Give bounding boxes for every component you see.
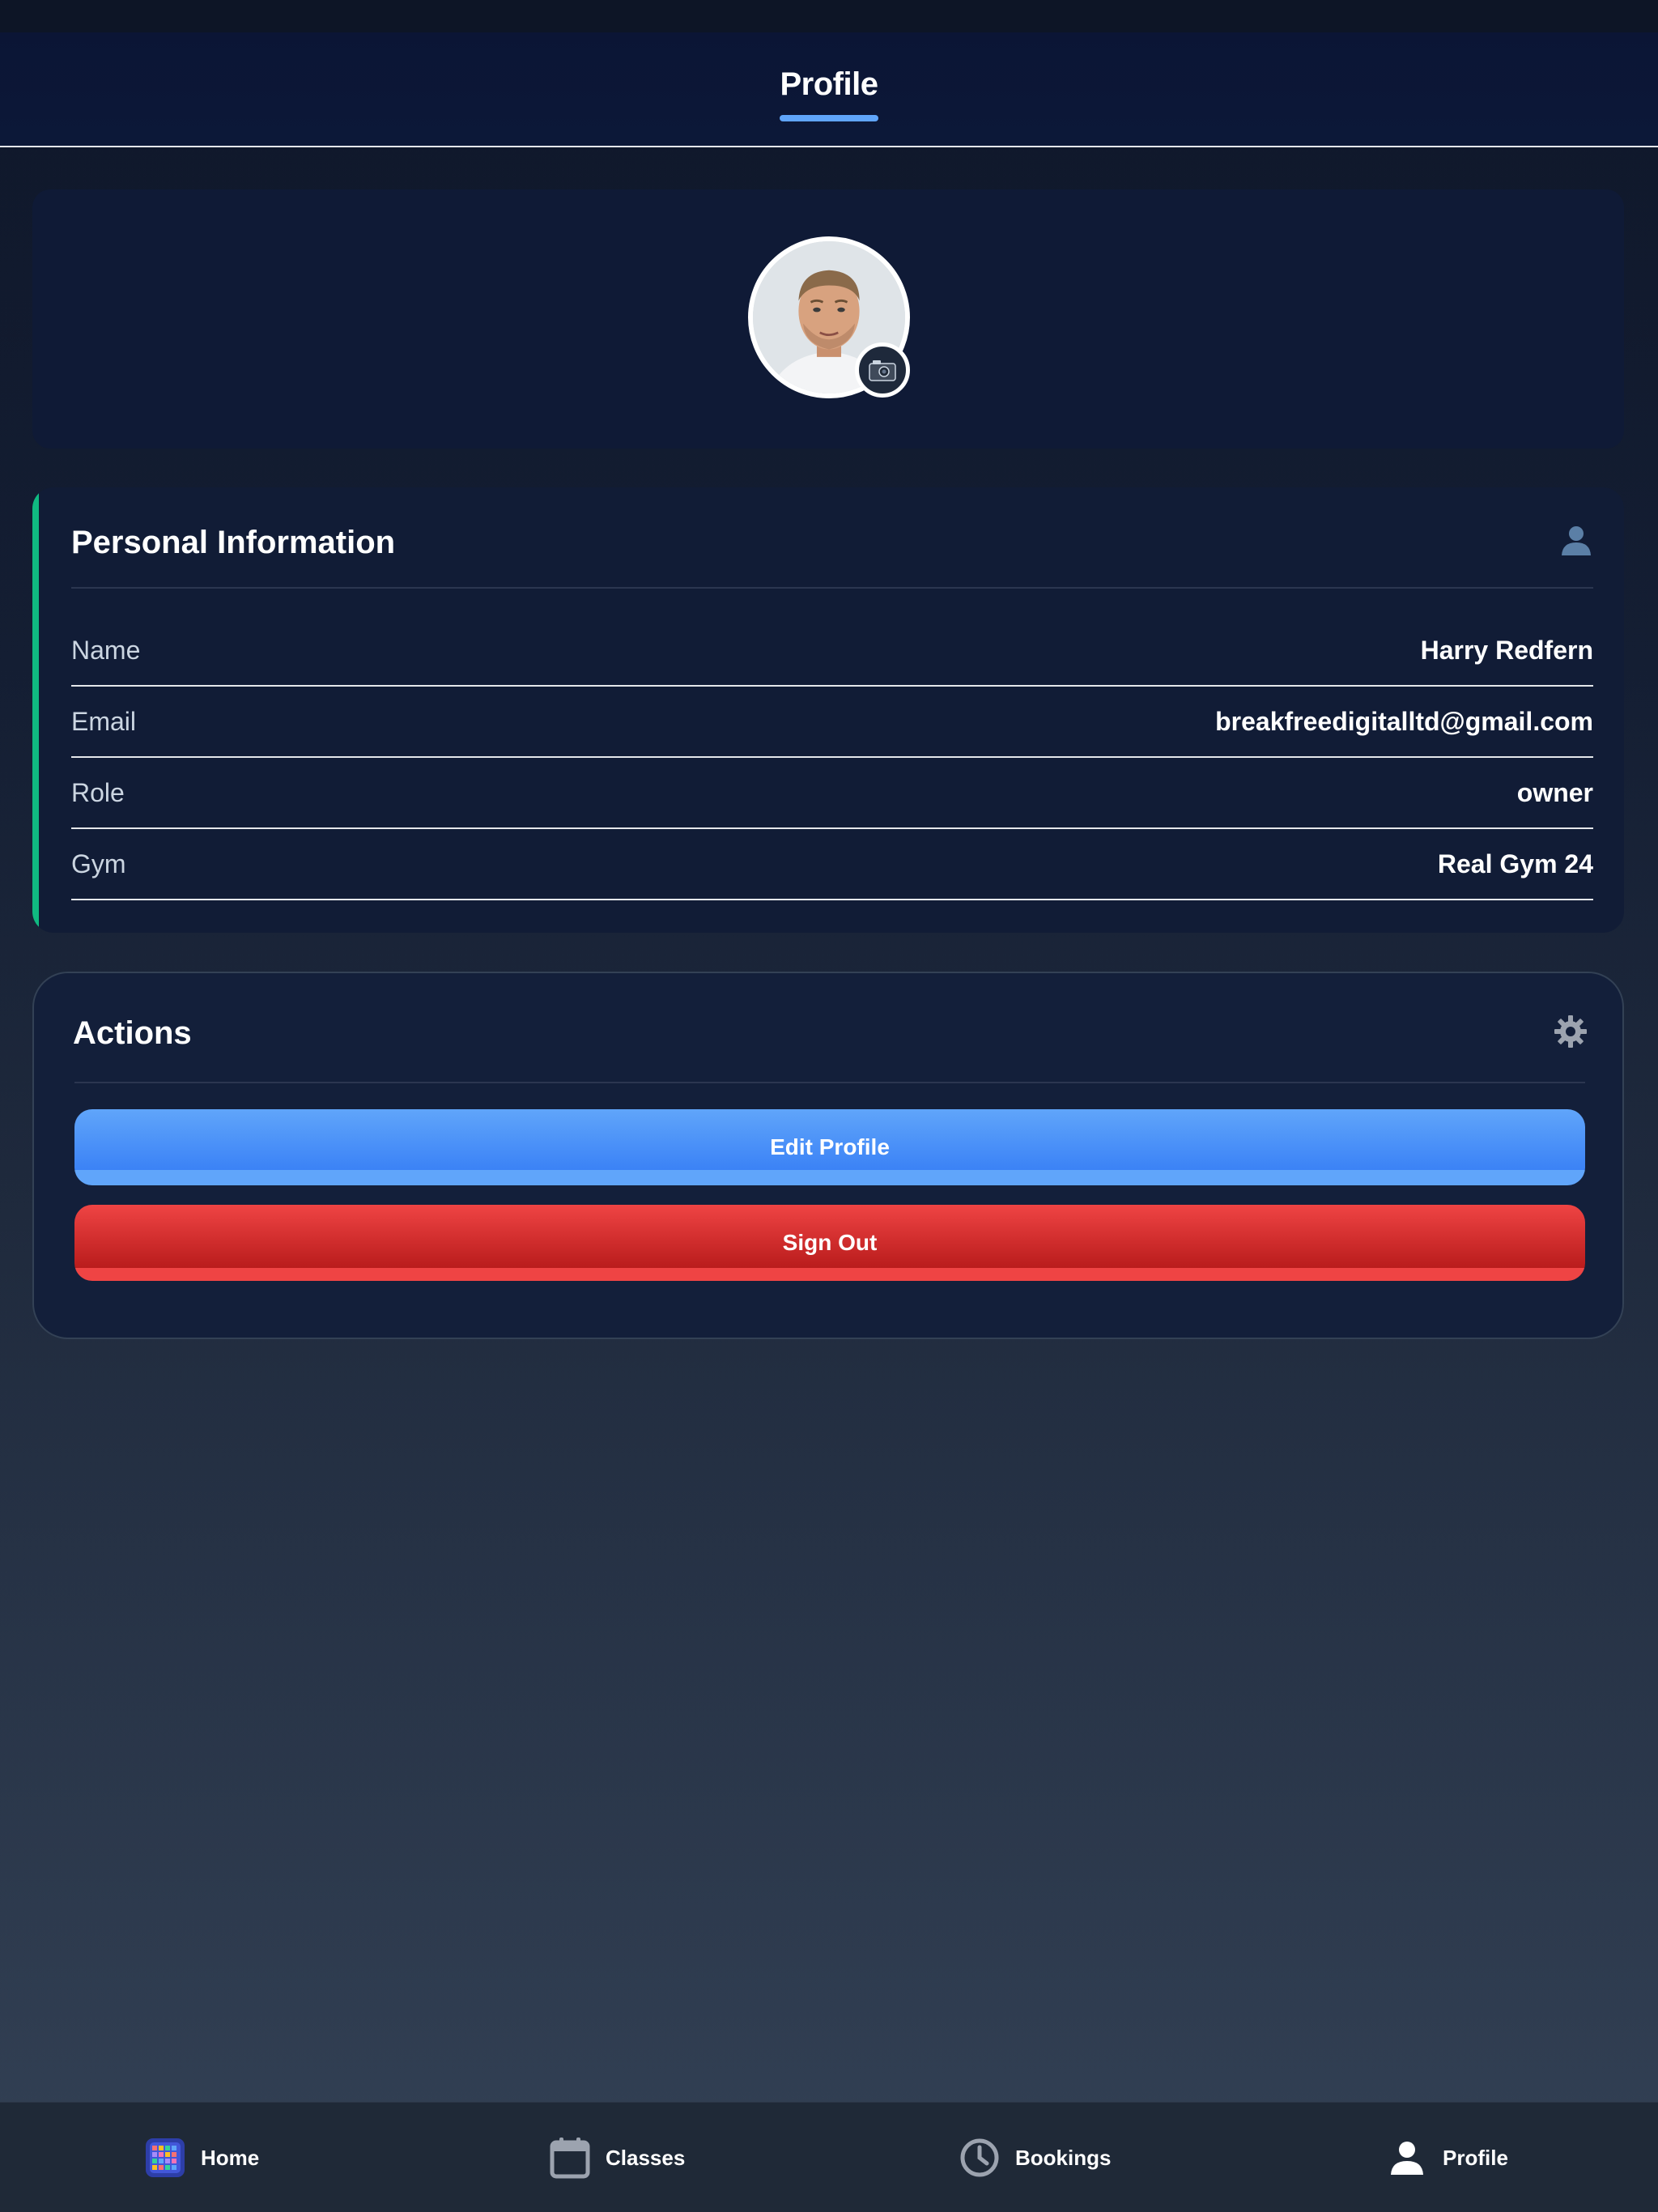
card-divider bbox=[74, 1082, 1585, 1083]
page-title: Profile bbox=[780, 66, 878, 102]
edit-profile-button[interactable]: Edit Profile bbox=[74, 1109, 1585, 1185]
nav-label: Bookings bbox=[1015, 2145, 1112, 2170]
info-row-name: Name Harry Redfern bbox=[71, 615, 1593, 687]
info-row-gym: Gym Real Gym 24 bbox=[71, 829, 1593, 900]
status-bar bbox=[0, 0, 1658, 32]
nav-label: Home bbox=[201, 2145, 260, 2170]
info-row-role: Role owner bbox=[71, 758, 1593, 829]
change-photo-button[interactable] bbox=[855, 342, 910, 398]
nav-label: Classes bbox=[606, 2145, 686, 2170]
camera-icon bbox=[869, 360, 896, 381]
gear-icon bbox=[1553, 1014, 1588, 1049]
nav-item-profile[interactable]: Profile bbox=[1386, 2103, 1508, 2212]
personal-info-title: Personal Information bbox=[71, 525, 396, 560]
nav-item-classes[interactable]: Classes bbox=[549, 2103, 685, 2212]
info-label: Name bbox=[71, 635, 141, 665]
info-label: Gym bbox=[71, 849, 126, 878]
actions-card: Actions Edit Profile Sign Out bbox=[32, 972, 1624, 1339]
info-label: Role bbox=[71, 777, 125, 807]
clock-icon bbox=[959, 2137, 1001, 2179]
active-tab-indicator bbox=[780, 115, 878, 121]
info-value: owner bbox=[1516, 777, 1593, 807]
card-accent-bar bbox=[32, 487, 39, 933]
person-icon bbox=[1386, 2137, 1428, 2179]
info-value: Harry Redfern bbox=[1420, 635, 1593, 665]
bottom-nav: Home Classes Bookings Profile bbox=[0, 2102, 1658, 2212]
top-header: Profile bbox=[0, 32, 1658, 147]
personal-info-card: Personal Information Name Harry Redfern … bbox=[32, 487, 1624, 933]
nav-item-bookings[interactable]: Bookings bbox=[959, 2103, 1111, 2212]
info-value: Real Gym 24 bbox=[1437, 849, 1593, 878]
sign-out-button[interactable]: Sign Out bbox=[74, 1205, 1585, 1281]
info-row-email: Email breakfreedigitalltd@gmail.com bbox=[71, 687, 1593, 758]
user-icon bbox=[1558, 521, 1595, 559]
card-divider bbox=[71, 587, 1593, 589]
nav-item-home[interactable]: Home bbox=[144, 2103, 259, 2212]
info-label: Email bbox=[71, 706, 137, 736]
nav-label: Profile bbox=[1443, 2145, 1508, 2170]
calendar-icon bbox=[549, 2137, 591, 2179]
actions-title: Actions bbox=[73, 1015, 192, 1051]
calendar-grid-icon bbox=[144, 2137, 186, 2179]
info-value: breakfreedigitalltd@gmail.com bbox=[1215, 706, 1593, 736]
